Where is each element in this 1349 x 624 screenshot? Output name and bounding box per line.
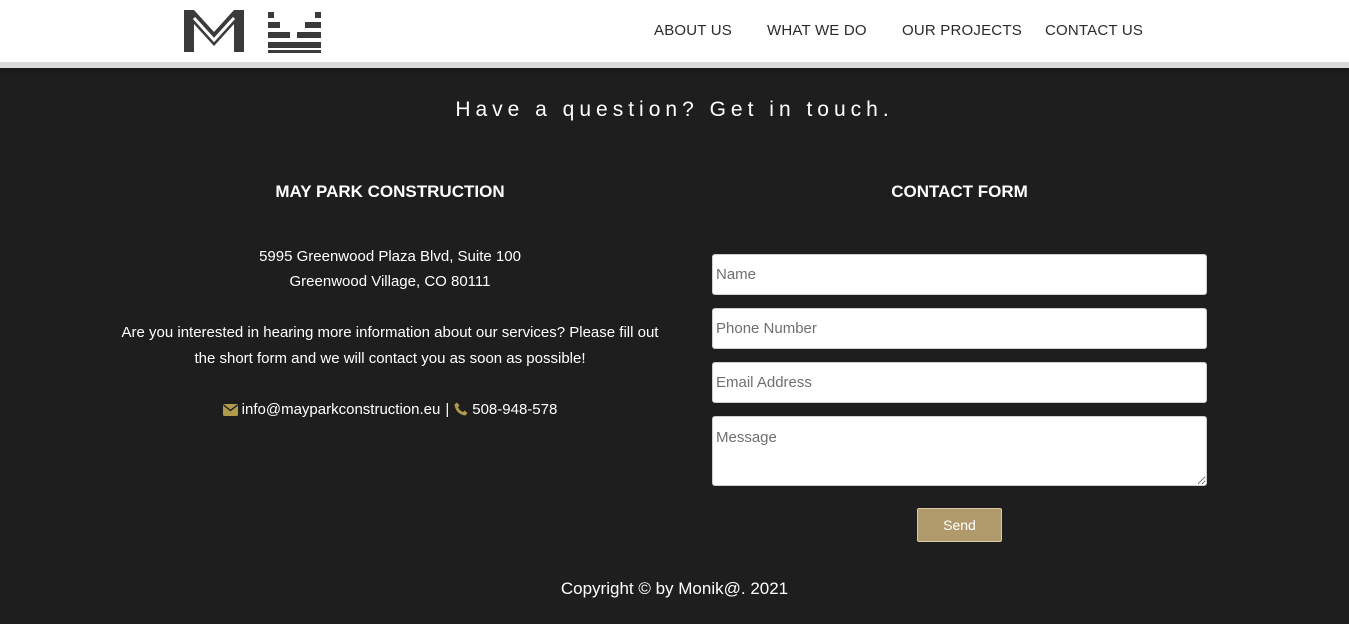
- logo-icon[interactable]: [184, 8, 324, 54]
- phone-icon: [454, 402, 468, 416]
- envelope-icon: [222, 404, 238, 416]
- blurb-line-1: Are you interested in hearing more infor…: [121, 324, 659, 341]
- nav-contact-us[interactable]: CONTACT US: [1045, 22, 1143, 39]
- nav-about-us[interactable]: ABOUT US: [654, 22, 732, 39]
- blurb-line-2: the short form and we will contact you a…: [194, 350, 586, 367]
- company-title: MAY PARK CONSTRUCTION: [275, 182, 505, 201]
- separator: |: [445, 401, 450, 418]
- footer-copyright: Copyright © by Monik@. 2021: [560, 579, 789, 598]
- contact-details: info@mayparkconstruction.eu | 508-948-578: [104, 397, 676, 422]
- company-blurb: Are you interested in hearing more infor…: [104, 320, 676, 372]
- message-textarea[interactable]: [712, 416, 1207, 486]
- nav-what-we-do[interactable]: WHAT WE DO: [767, 22, 867, 39]
- nav-our-projects[interactable]: OUR PROJECTS: [902, 22, 1022, 39]
- name-input[interactable]: [712, 254, 1207, 295]
- phone-link[interactable]: 508-948-578: [472, 401, 557, 418]
- phone-input[interactable]: [712, 308, 1207, 349]
- address-line-1: 5995 Greenwood Plaza Blvd, Suite 100: [259, 248, 521, 265]
- section-headline: Have a question? Get in touch.: [455, 98, 894, 121]
- email-input[interactable]: [712, 362, 1207, 403]
- site-header: ABOUT US WHAT WE DO OUR PROJECTS CONTACT…: [0, 0, 1349, 68]
- company-address: 5995 Greenwood Plaza Blvd, Suite 100 Gre…: [104, 244, 676, 294]
- contact-form-title: CONTACT FORM: [891, 182, 1028, 201]
- email-link[interactable]: info@mayparkconstruction.eu: [242, 401, 441, 418]
- address-line-2: Greenwood Village, CO 80111: [289, 273, 491, 290]
- send-button[interactable]: Send: [917, 508, 1002, 542]
